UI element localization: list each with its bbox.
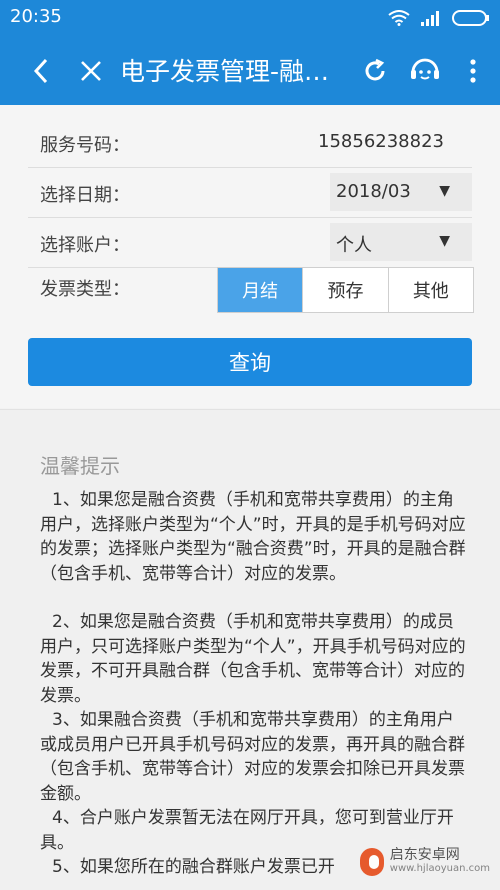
service-number-label: 服务号码： [40, 135, 130, 156]
tip-paragraph: 1、如果您是融合资费（手机和宽带共享费用）的主角用户，选择账户类型为“个人”时，… [40, 490, 466, 584]
service-number-row: 服务号码： 15856238823 [28, 117, 472, 168]
watermark-text: 启东安卓网 www.hjlaoyuan.com [390, 848, 490, 876]
watermark-brand: 启东安卓网 [389, 847, 460, 863]
invoice-type-monthly[interactable]: 月结 [218, 268, 303, 312]
dropdown-arrow-icon: ▼ [439, 233, 450, 249]
wifi-icon [388, 10, 410, 26]
date-row: 选择日期： 2018/03 ▼ [28, 167, 472, 218]
invoice-type-segmented: 月结 预存 其他 [217, 267, 474, 313]
app-bar: 电子发票管理-融… [0, 36, 500, 105]
more-button[interactable] [448, 36, 498, 105]
signal-icon [421, 11, 439, 26]
close-button[interactable] [66, 36, 116, 105]
tip-paragraph: 3、如果融合资费（手机和宽带共享费用）的主角用户或成员用户已开具手机号码对应的发… [40, 710, 465, 804]
brand-logo-icon [360, 848, 384, 876]
status-bar: 20:35 [0, 0, 500, 36]
customer-service-button[interactable] [400, 36, 450, 105]
date-select[interactable]: 2018/03 ▼ [330, 173, 472, 211]
account-row: 选择账户： 个人 ▼ [28, 217, 472, 268]
back-button[interactable] [16, 36, 66, 105]
invoice-type-label: 发票类型： [40, 279, 130, 300]
service-number-value: 15856238823 [318, 131, 444, 152]
watermark: 启东安卓网 www.hjlaoyuan.com [360, 845, 490, 879]
headset-icon [411, 58, 439, 79]
close-icon [81, 60, 101, 81]
watermark-url: www.hjlaoyuan.com [389, 863, 490, 874]
battery-icon [452, 10, 489, 26]
dropdown-arrow-icon: ▼ [439, 183, 450, 199]
invoice-type-prepaid[interactable]: 预存 [302, 268, 387, 312]
tip-paragraph: 2、如果您是融合资费（手机和宽带共享费用）的成员用户，只可选择账户类型为“个人”… [40, 612, 466, 706]
query-button[interactable]: 查询 [28, 338, 472, 386]
page-title: 电子发票管理-融… [120, 57, 330, 86]
date-label: 选择日期： [40, 185, 130, 206]
account-selected: 个人 [336, 235, 372, 256]
back-arrow-icon [33, 58, 48, 83]
account-select[interactable]: 个人 ▼ [330, 223, 472, 261]
status-icons [388, 9, 490, 27]
more-vertical-icon [470, 58, 476, 83]
refresh-icon [365, 58, 385, 80]
tips-section: 温馨提示 1、如果您是融合资费（手机和宽带共享费用）的主角用户，选择账户类型为“… [0, 409, 500, 890]
invoice-type-other[interactable]: 其他 [387, 268, 473, 312]
date-selected: 2018/03 [336, 181, 411, 202]
tips-heading: 温馨提示 [40, 454, 120, 478]
status-time: 20:35 [10, 6, 62, 27]
invoice-query-form: 服务号码： 15856238823 选择日期： 2018/03 ▼ 选择账户： … [0, 105, 500, 408]
refresh-button[interactable] [350, 36, 400, 105]
account-label: 选择账户： [40, 235, 130, 256]
